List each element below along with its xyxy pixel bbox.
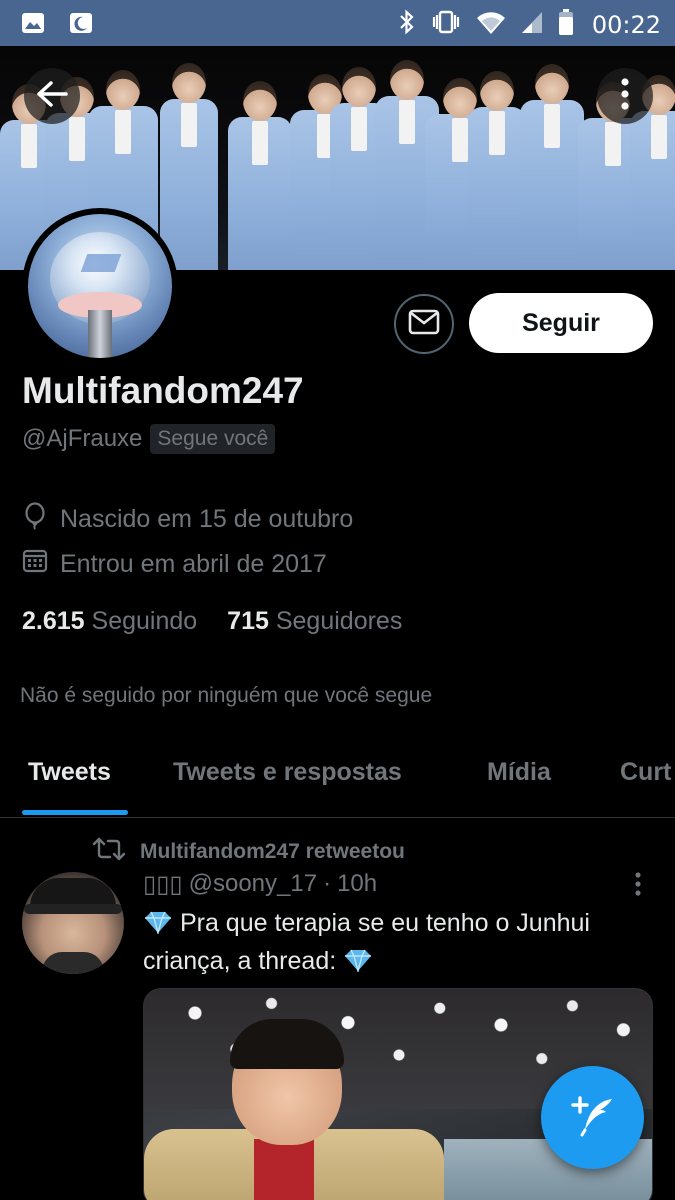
status-bar: 00:22 — [0, 0, 675, 46]
tweet-author-avatar[interactable] — [22, 872, 124, 974]
more-options-button[interactable] — [597, 68, 653, 124]
calendar-icon — [22, 548, 48, 581]
banner-figure — [520, 64, 584, 270]
joined-row: Entrou em abril de 2017 — [22, 548, 327, 581]
user-handle: @AjFrauxe — [22, 425, 143, 452]
balloon-icon — [22, 502, 48, 537]
followers-count: 715 — [227, 607, 269, 635]
tweet-author-handle[interactable]: @soony_17 — [189, 870, 317, 899]
envelope-icon — [408, 309, 440, 340]
signal-icon — [520, 9, 544, 40]
tab-likes[interactable]: Curt — [620, 758, 671, 787]
compose-tweet-button[interactable] — [541, 1066, 644, 1169]
follows-you-badge: Segue você — [150, 424, 276, 454]
battery-icon — [558, 8, 574, 41]
tweet-time: 10h — [337, 870, 378, 897]
bluetooth-icon — [398, 9, 416, 40]
status-time: 00:22 — [591, 10, 661, 39]
tweet-separator: · — [323, 870, 332, 897]
followers-link[interactable]: 715 Seguidores — [227, 607, 402, 636]
tweet-author-name[interactable]: ▯▯▯ — [143, 870, 183, 899]
vibrate-icon — [430, 9, 462, 40]
back-button[interactable] — [24, 68, 80, 124]
moon-icon — [68, 10, 94, 36]
tweet-more-button[interactable] — [628, 870, 648, 900]
banner-figure — [228, 81, 292, 270]
not-followed-note: Não é seguido por ninguém que você segue — [20, 684, 433, 707]
retweet-note: Multifandom247 retweetou — [140, 840, 405, 863]
birthday-text: Nascido em 15 de outubro — [60, 505, 354, 533]
profile-avatar[interactable] — [22, 208, 178, 364]
more-vertical-icon — [620, 77, 630, 116]
tweet-header: ▯▯▯ @soony_17 · 10h — [143, 870, 377, 899]
back-arrow-icon — [35, 80, 69, 113]
follow-button[interactable]: Seguir — [469, 293, 653, 353]
tab-tweets-replies[interactable]: Tweets e respostas — [173, 758, 402, 787]
tab-tweets[interactable]: Tweets — [28, 758, 111, 787]
banner-figure — [160, 63, 218, 270]
display-name: Multifandom247 — [22, 370, 304, 411]
retweet-note-row: Multifandom247 retweetou — [92, 836, 405, 868]
diamond-icon — [343, 945, 373, 974]
handle-row: @AjFrauxe Segue você — [22, 424, 276, 454]
following-count: 2.615 — [22, 607, 85, 635]
followers-label: Seguidores — [275, 607, 403, 635]
message-button[interactable] — [394, 294, 454, 354]
image-icon — [20, 10, 46, 36]
tweet-text-line1: Pra que terapia se eu tenho o Junhui — [179, 909, 590, 937]
birthday-row: Nascido em 15 de outubro — [22, 502, 353, 537]
follow-stats: 2.615 Seguindo 715 Seguidores — [22, 607, 402, 636]
tab-media[interactable]: Mídia — [487, 758, 551, 787]
tweet-text-line2: criança, a thread: — [143, 947, 337, 975]
diamond-icon — [143, 907, 173, 936]
joined-text: Entrou em abril de 2017 — [60, 550, 327, 578]
following-link[interactable]: 2.615 Seguindo — [22, 607, 197, 636]
compose-feather-icon — [568, 1090, 618, 1145]
retweet-icon — [92, 836, 126, 868]
tweet-text: Pra que terapia se eu tenho o Junhui cri… — [143, 904, 658, 980]
more-vertical-icon — [628, 872, 648, 904]
following-label: Seguindo — [91, 607, 198, 635]
active-tab-indicator — [22, 810, 128, 815]
profile-tabs: Tweets Tweets e respostas Mídia Curt — [0, 740, 675, 818]
banner-figure — [468, 71, 526, 270]
wifi-icon — [476, 9, 506, 40]
